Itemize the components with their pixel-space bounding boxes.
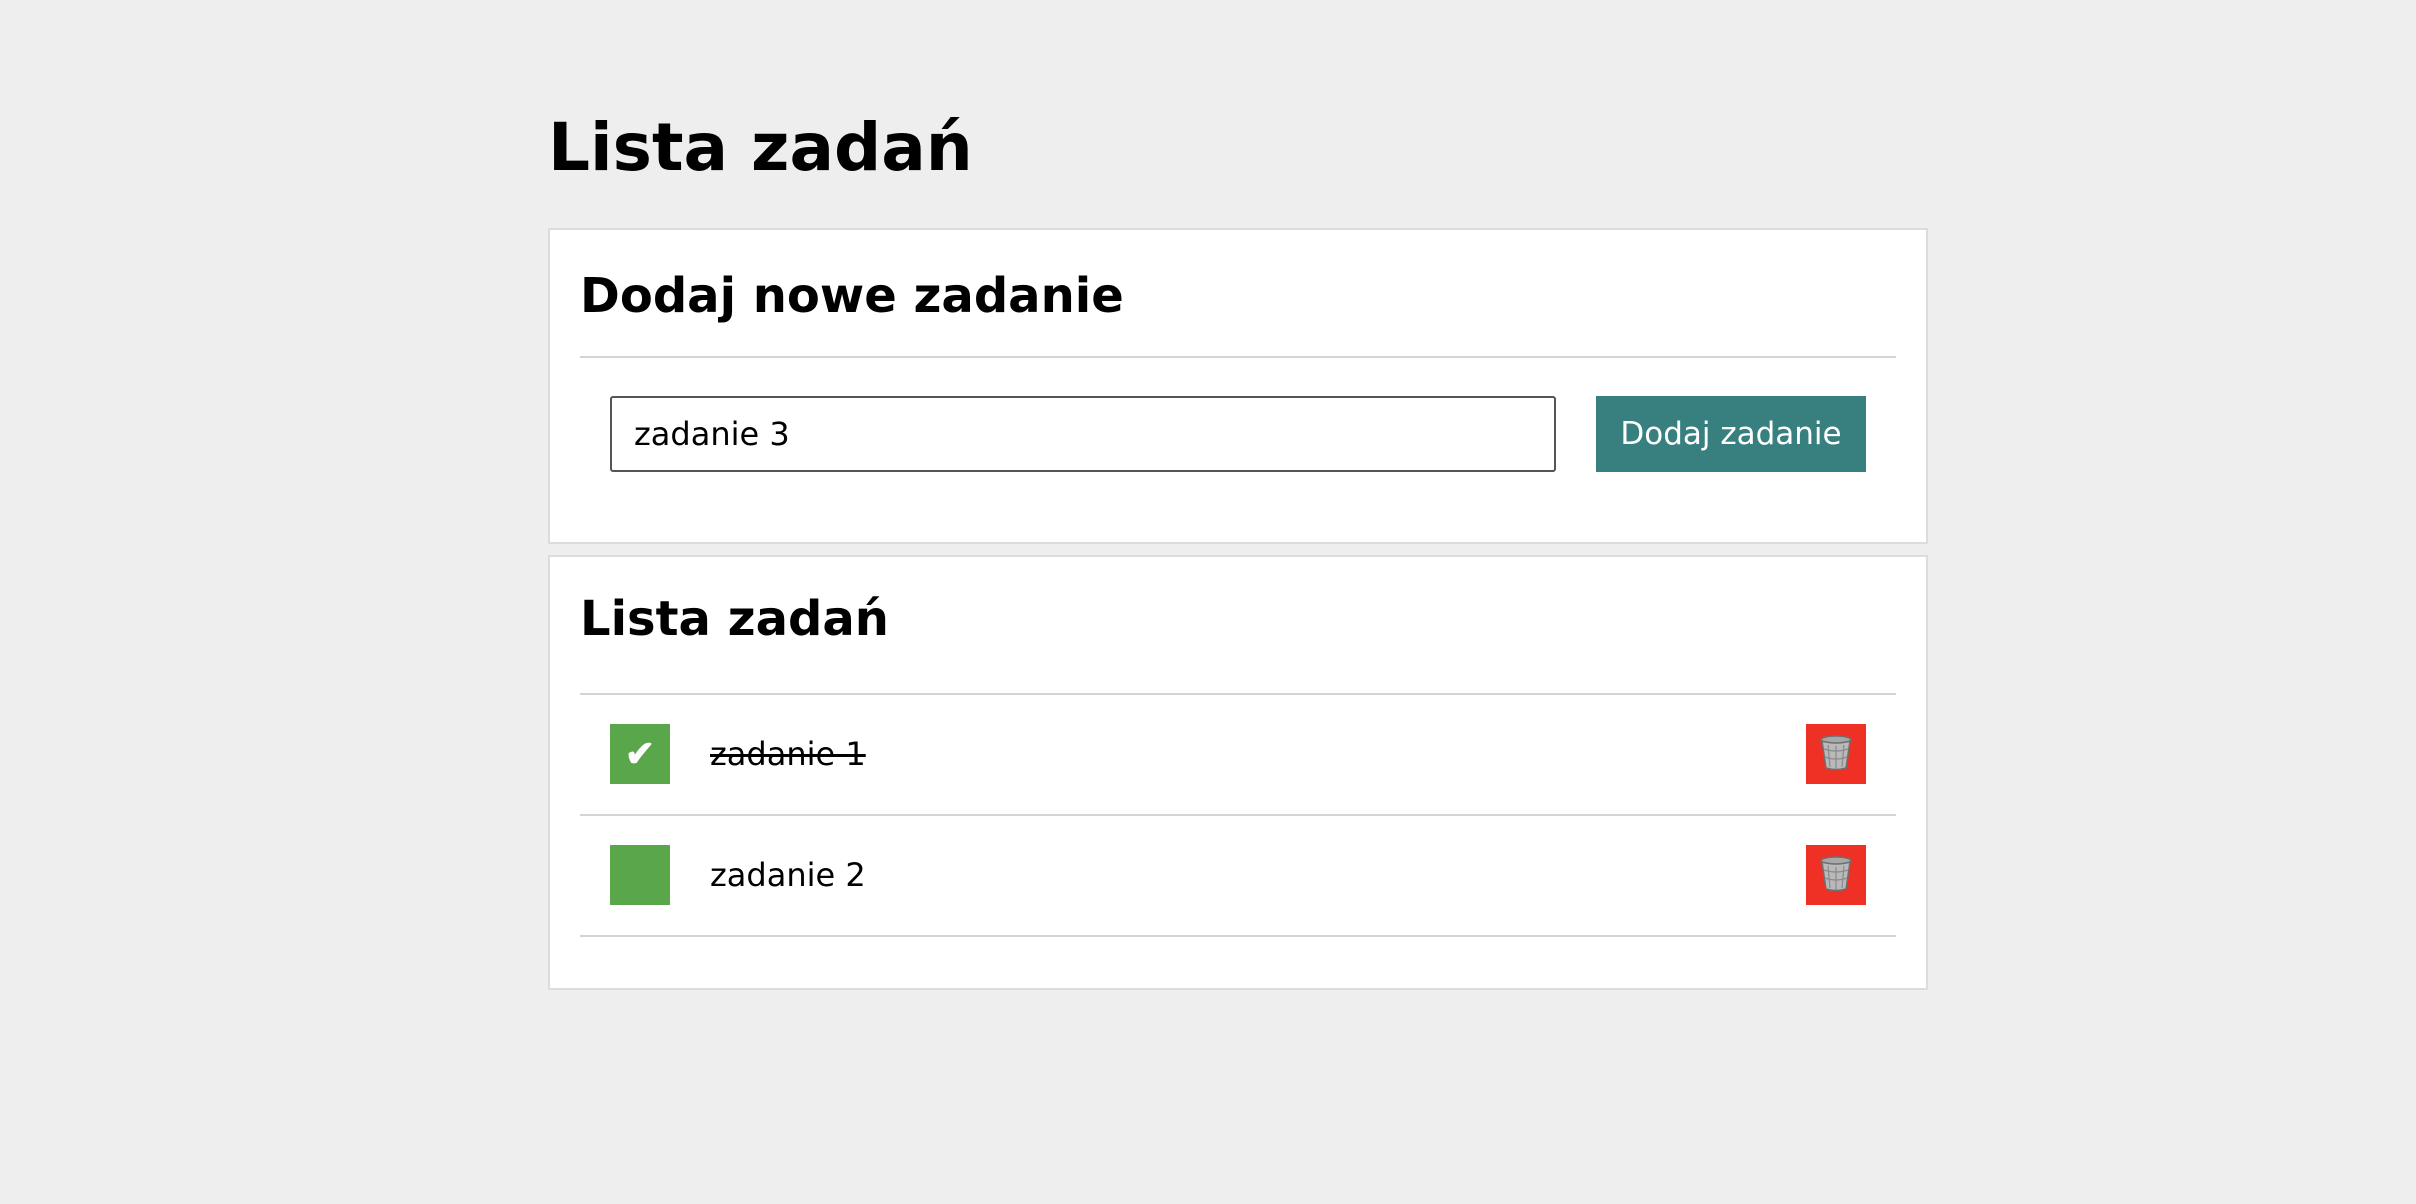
trash-icon — [1819, 734, 1853, 774]
page-title: Lista zadań — [548, 109, 973, 186]
new-task-input[interactable] — [610, 396, 1556, 472]
add-task-panel: Dodaj nowe zadanie Dodaj zadanie — [548, 228, 1928, 544]
add-task-heading: Dodaj nowe zadanie — [580, 268, 1124, 324]
delete-task-button[interactable] — [1806, 845, 1866, 905]
task-list-heading: Lista zadań — [580, 591, 889, 647]
task-label: zadanie 2 — [710, 856, 866, 894]
add-task-button[interactable]: Dodaj zadanie — [1596, 396, 1866, 472]
task-checkbox[interactable]: ✔ — [610, 724, 670, 784]
divider — [580, 935, 1896, 937]
delete-task-button[interactable] — [1806, 724, 1866, 784]
trash-icon — [1819, 855, 1853, 895]
task-list-panel: Lista zadań ✔ zadanie 1 zadanie 2 — [548, 555, 1928, 990]
task-checkbox[interactable] — [610, 845, 670, 905]
check-icon: ✔ — [624, 733, 656, 774]
task-label: zadanie 1 — [710, 735, 866, 773]
task-row: zadanie 2 — [580, 815, 1896, 935]
divider — [580, 356, 1896, 358]
task-row: ✔ zadanie 1 — [580, 694, 1896, 814]
